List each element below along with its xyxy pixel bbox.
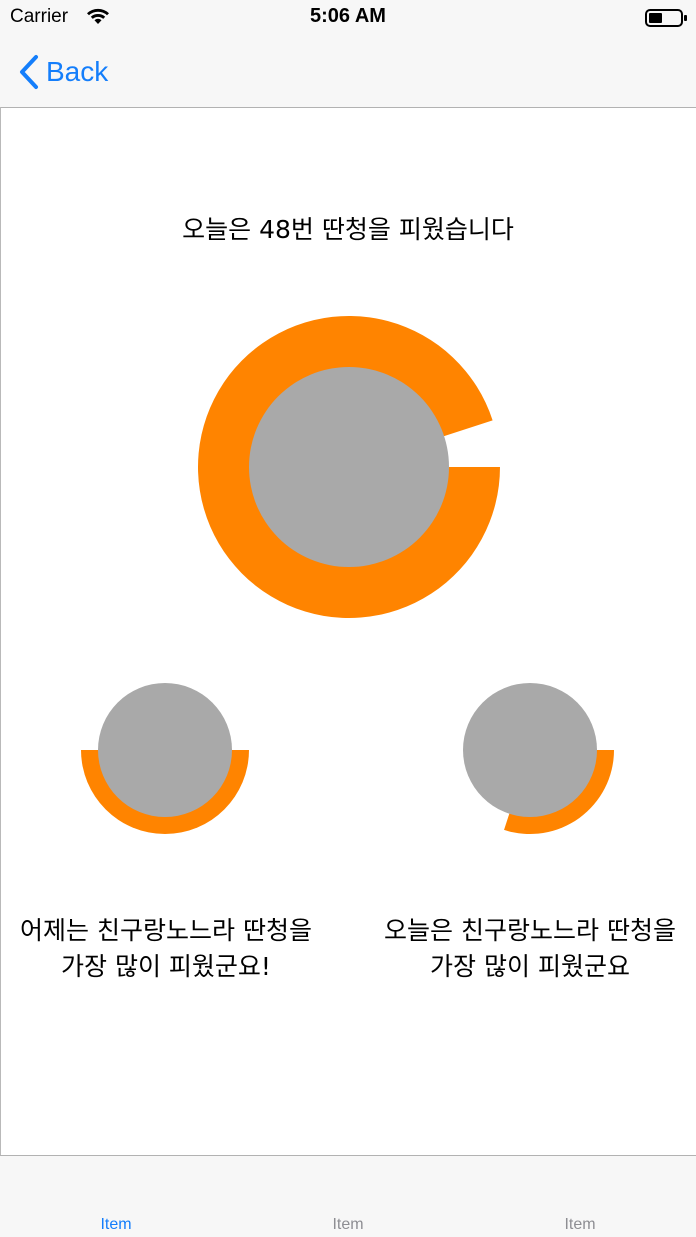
tab-item-3[interactable]: Item <box>510 1216 650 1234</box>
tab-item-1[interactable]: Item <box>46 1216 186 1234</box>
navigation-bar: Back <box>0 40 696 108</box>
status-time: 5:06 AM <box>310 5 386 27</box>
yesterday-top-center-disc <box>98 683 232 817</box>
tab-bar: Item Item Item <box>0 1155 696 1237</box>
tab-item-2[interactable]: Item <box>278 1216 418 1234</box>
charts-canvas <box>81 316 615 835</box>
yesterday-top-chart <box>81 683 249 834</box>
today-total-chart <box>198 316 500 619</box>
back-label: Back <box>46 56 109 87</box>
today-top-chart <box>463 683 615 835</box>
today-caption: 오늘은 친구랑노느라 딴청을 가장 많이 피웠군요 <box>384 916 676 981</box>
back-button[interactable]: Back <box>18 52 108 92</box>
today-total-center-disc <box>249 367 449 567</box>
today-top-center-disc <box>463 683 597 817</box>
chevron-left-icon <box>20 55 38 89</box>
status-bar: Carrier 5:06 AM <box>0 0 696 40</box>
battery-icon <box>645 9 687 27</box>
yesterday-caption: 어제는 친구랑노느라 딴청을 가장 많이 피웠군요! <box>20 916 312 981</box>
